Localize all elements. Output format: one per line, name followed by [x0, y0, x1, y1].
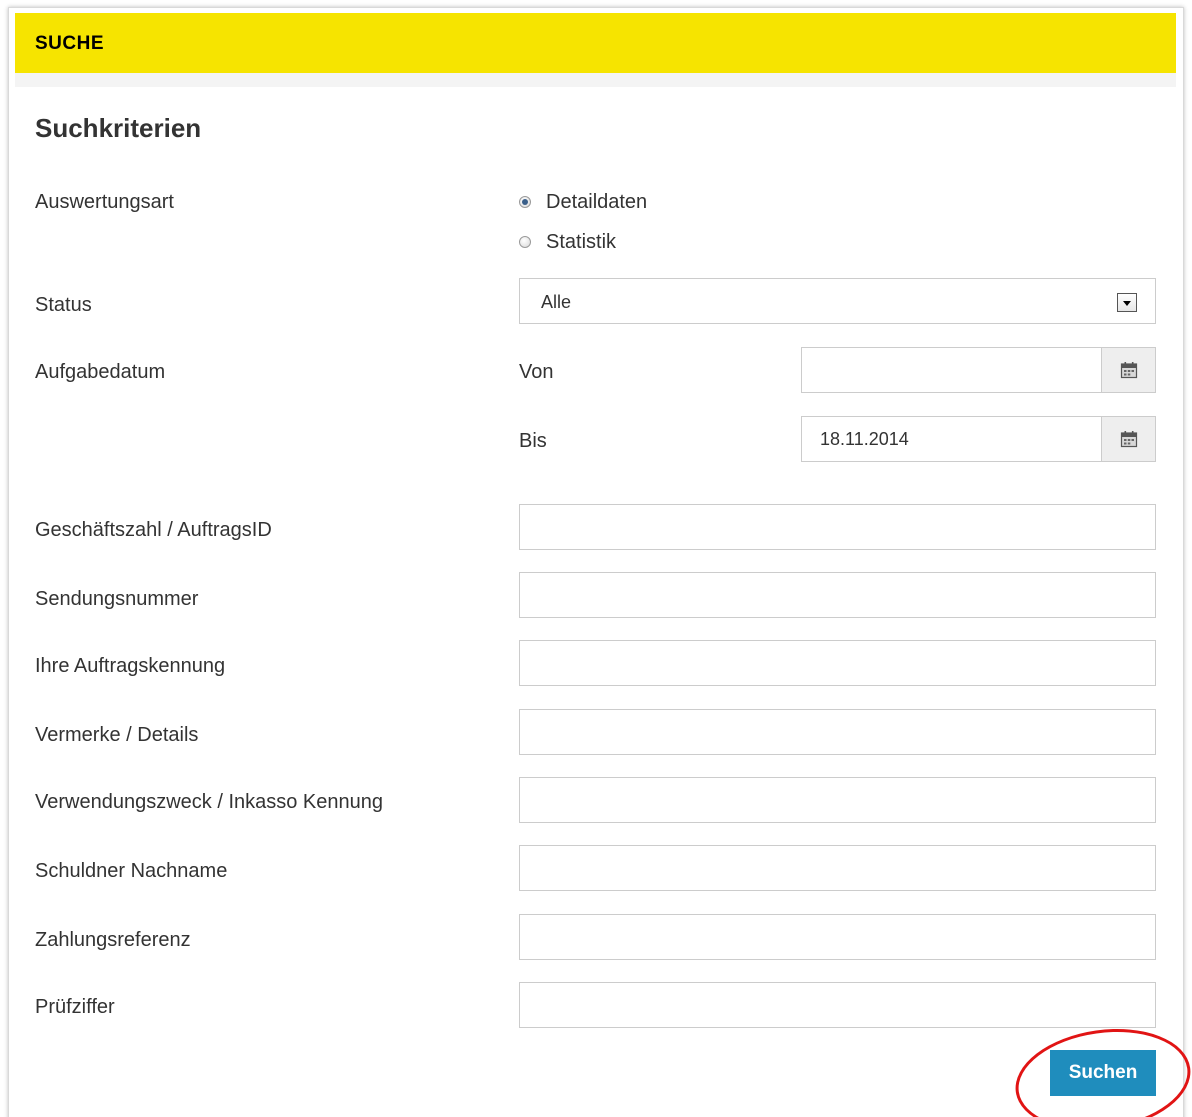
- zahlungsreferenz-label: Zahlungsreferenz: [35, 929, 191, 951]
- bis-date-input[interactable]: [802, 417, 1101, 461]
- status-label: Status: [35, 294, 92, 316]
- calendar-icon: [1120, 431, 1137, 448]
- radio-detaildaten[interactable]: Detaildaten: [519, 189, 647, 215]
- geschaeftszahl-input[interactable]: [520, 505, 1155, 549]
- schuldner-nachname-input[interactable]: [520, 846, 1155, 890]
- auftragskennung-field: [519, 640, 1156, 686]
- radio-statistik-label: Statistik: [546, 231, 617, 253]
- geschaeftszahl-field: [519, 504, 1156, 550]
- pruefziffer-input[interactable]: [520, 983, 1155, 1027]
- von-date-field: [801, 347, 1156, 393]
- schuldner-nachname-label: Schuldner Nachname: [35, 860, 228, 882]
- verwendungszweck-field: [519, 777, 1156, 823]
- radio-statistik[interactable]: Statistik: [519, 229, 616, 255]
- von-calendar-button[interactable]: [1101, 348, 1155, 392]
- sendungsnummer-field: [519, 572, 1156, 618]
- verwendungszweck-input[interactable]: [520, 778, 1155, 822]
- chevron-down-icon[interactable]: [1117, 293, 1137, 312]
- von-date-input[interactable]: [802, 348, 1101, 392]
- vermerke-input[interactable]: [520, 710, 1155, 754]
- vermerke-label: Vermerke / Details: [35, 724, 199, 746]
- schuldner-nachname-field: [519, 845, 1156, 891]
- pruefziffer-label: Prüfziffer: [35, 996, 115, 1018]
- verwendungszweck-label: Verwendungszweck / Inkasso Kennung: [35, 791, 383, 813]
- auftragskennung-label: Ihre Auftragskennung: [35, 655, 226, 677]
- auswertungsart-label: Auswertungsart: [35, 191, 174, 213]
- status-select[interactable]: Alle: [519, 278, 1156, 324]
- geschaeftszahl-label: Geschäftszahl / AuftragsID: [35, 519, 272, 541]
- von-label: Von: [519, 361, 554, 383]
- header-title: SUCHE: [35, 33, 105, 54]
- radio-statistik-button[interactable]: [519, 236, 531, 248]
- bis-calendar-button[interactable]: [1101, 417, 1155, 461]
- pruefziffer-field: [519, 982, 1156, 1028]
- zahlungsreferenz-input[interactable]: [520, 915, 1155, 959]
- status-select-value: Alle: [541, 292, 572, 312]
- zahlungsreferenz-field: [519, 914, 1156, 960]
- bis-label: Bis: [519, 430, 547, 452]
- header-divider: [15, 73, 1176, 87]
- header-bar: [15, 13, 1176, 73]
- vermerke-field: [519, 709, 1156, 755]
- radio-detaildaten-button[interactable]: [519, 196, 531, 208]
- radio-detaildaten-label: Detaildaten: [546, 191, 648, 213]
- section-title: Suchkriterien: [35, 113, 202, 143]
- aufgabedatum-label: Aufgabedatum: [35, 361, 166, 383]
- search-button[interactable]: Suchen: [1050, 1050, 1156, 1096]
- auftragskennung-input[interactable]: [520, 641, 1155, 685]
- sendungsnummer-label: Sendungsnummer: [35, 588, 199, 610]
- bis-date-field: [801, 416, 1156, 462]
- calendar-icon: [1120, 362, 1137, 379]
- sendungsnummer-input[interactable]: [520, 573, 1155, 617]
